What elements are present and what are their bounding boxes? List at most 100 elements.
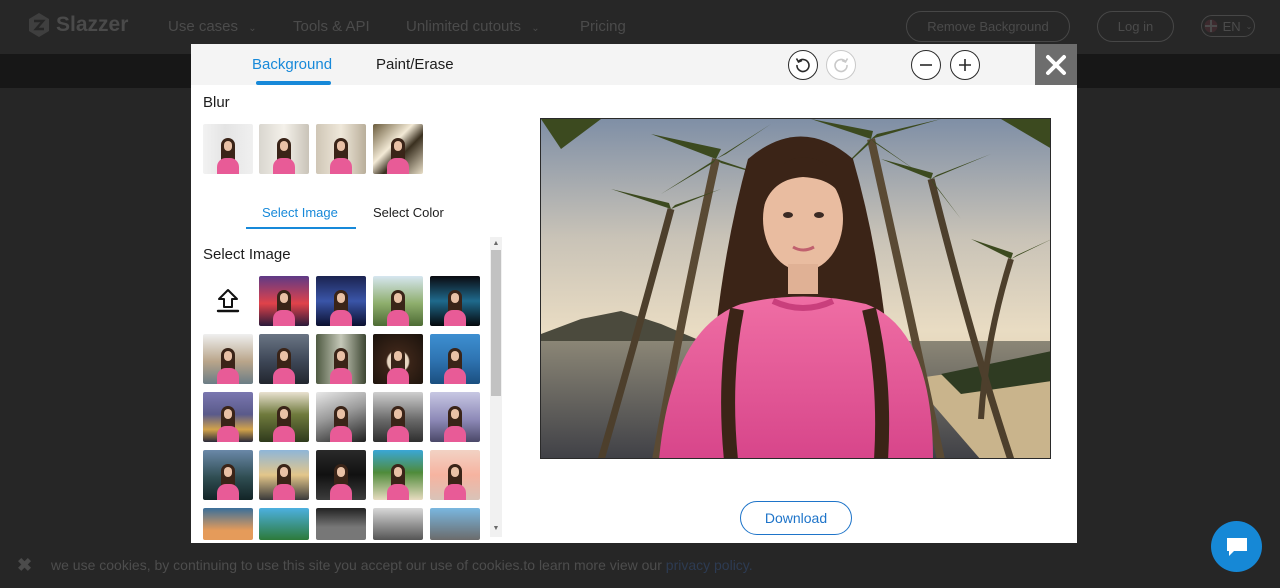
tab-paint-erase[interactable]: Paint/Erase bbox=[376, 56, 454, 73]
background-option-blue-sea[interactable] bbox=[430, 334, 480, 384]
person-thumbnail bbox=[387, 346, 409, 384]
background-option-garage[interactable] bbox=[316, 450, 366, 500]
background-option-sunset-city[interactable] bbox=[259, 276, 309, 326]
nav-use-cases[interactable]: Use cases ⌄ bbox=[168, 18, 257, 35]
background-option-coast[interactable] bbox=[203, 508, 253, 540]
person-thumbnail bbox=[444, 288, 466, 326]
background-option-forest[interactable] bbox=[316, 334, 366, 384]
privacy-policy-link[interactable]: privacy policy. bbox=[666, 557, 753, 573]
person-thumbnail bbox=[387, 288, 409, 326]
download-button[interactable]: Download bbox=[740, 501, 852, 535]
close-modal-button[interactable] bbox=[1035, 44, 1077, 85]
person-thumbnail bbox=[273, 288, 295, 326]
background-option-skyline[interactable] bbox=[259, 334, 309, 384]
background-option-green-valley[interactable] bbox=[373, 276, 423, 326]
blur-option-2[interactable] bbox=[259, 124, 309, 174]
person-thumbnail bbox=[330, 136, 352, 174]
tab-background[interactable]: Background bbox=[252, 56, 332, 73]
chevron-down-icon: ⌄ bbox=[1245, 21, 1253, 31]
person-thumbnail bbox=[273, 136, 295, 174]
nav-pricing[interactable]: Pricing bbox=[580, 18, 626, 35]
background-option-autumn-lake[interactable] bbox=[203, 334, 253, 384]
person-thumbnail bbox=[217, 136, 239, 174]
image-list-scroll-thumb[interactable] bbox=[491, 250, 501, 396]
undo-icon bbox=[795, 58, 810, 73]
zoom-out-button[interactable] bbox=[911, 50, 941, 80]
remove-background-label: Remove Background bbox=[927, 19, 1049, 34]
nav-tools-api[interactable]: Tools & API bbox=[293, 18, 370, 35]
chevron-down-icon: ⌄ bbox=[531, 23, 540, 34]
background-option-arch[interactable] bbox=[373, 334, 423, 384]
cookie-message: we use cookies, by continuing to use thi… bbox=[51, 557, 666, 573]
person-thumbnail bbox=[387, 404, 409, 442]
remove-background-button[interactable]: Remove Background bbox=[906, 11, 1070, 42]
person-thumbnail bbox=[273, 462, 295, 500]
chat-button[interactable] bbox=[1211, 521, 1262, 572]
subtab-select-image[interactable]: Select Image bbox=[262, 205, 338, 220]
language-selector[interactable]: EN ⌄ bbox=[1201, 15, 1255, 37]
cookie-text: we use cookies, by continuing to use thi… bbox=[51, 557, 753, 573]
login-label: Log in bbox=[1117, 19, 1154, 34]
person-thumbnail bbox=[330, 404, 352, 442]
language-label: EN bbox=[1222, 18, 1241, 34]
chat-icon bbox=[1226, 537, 1247, 556]
blur-option-1[interactable] bbox=[203, 124, 253, 174]
person-thumbnail bbox=[387, 462, 409, 500]
scroll-down-icon[interactable]: ▼ bbox=[491, 524, 501, 534]
close-icon bbox=[1046, 54, 1066, 75]
brand-name: Slazzer bbox=[56, 13, 129, 36]
background-option-grey-sky[interactable] bbox=[373, 392, 423, 442]
site-logo[interactable]: Slazzer bbox=[28, 12, 128, 38]
undo-button[interactable] bbox=[788, 50, 818, 80]
active-tab-indicator bbox=[256, 81, 331, 85]
nav-unlimited-cutouts-label: Unlimited cutouts bbox=[406, 18, 522, 35]
slazzer-logo-icon bbox=[29, 13, 49, 37]
person-thumbnail bbox=[217, 346, 239, 384]
nav-unlimited-cutouts[interactable]: Unlimited cutouts ⌄ bbox=[406, 18, 540, 35]
person-thumbnail bbox=[273, 404, 295, 442]
cookie-bar: ✖ we use cookies, by continuing to use t… bbox=[0, 548, 1280, 582]
background-option-pastel-sunset[interactable] bbox=[430, 450, 480, 500]
person-thumbnail bbox=[330, 462, 352, 500]
person-thumbnail bbox=[330, 288, 352, 326]
person-thumbnail bbox=[217, 462, 239, 500]
zoom-out-icon bbox=[920, 64, 932, 66]
redo-button[interactable] bbox=[826, 50, 856, 80]
background-option-tunnel[interactable] bbox=[316, 508, 366, 540]
background-option-bay[interactable] bbox=[430, 508, 480, 540]
person-thumbnail bbox=[444, 462, 466, 500]
background-option-lagoon[interactable] bbox=[259, 508, 309, 540]
person-thumbnail bbox=[217, 404, 239, 442]
background-option-city-dusk[interactable] bbox=[203, 392, 253, 442]
flag-icon bbox=[1204, 19, 1218, 33]
zoom-in-button[interactable] bbox=[950, 50, 980, 80]
blur-option-4[interactable] bbox=[373, 124, 423, 174]
scroll-up-icon[interactable]: ▲ bbox=[491, 239, 501, 249]
background-option-highway[interactable] bbox=[259, 450, 309, 500]
preview-canvas[interactable] bbox=[540, 118, 1051, 459]
background-option-tropical-beach[interactable] bbox=[373, 450, 423, 500]
person-thumbnail bbox=[444, 404, 466, 442]
preview-image bbox=[541, 119, 1050, 458]
blur-option-3[interactable] bbox=[316, 124, 366, 174]
background-option-misty[interactable] bbox=[373, 508, 423, 540]
chevron-down-icon: ⌄ bbox=[248, 23, 257, 34]
background-option-mountain-lake[interactable] bbox=[203, 450, 253, 500]
blur-label: Blur bbox=[203, 94, 230, 111]
person-thumbnail bbox=[387, 136, 409, 174]
cookie-close-icon[interactable]: ✖ bbox=[17, 555, 32, 576]
upload-icon bbox=[216, 289, 240, 313]
subtab-indicator bbox=[246, 227, 356, 229]
background-option-night-city[interactable] bbox=[316, 276, 366, 326]
redo-icon bbox=[834, 58, 849, 73]
login-button[interactable]: Log in bbox=[1097, 11, 1174, 42]
background-option-palms[interactable] bbox=[259, 392, 309, 442]
select-image-heading: Select Image bbox=[203, 246, 291, 263]
background-option-road[interactable] bbox=[316, 392, 366, 442]
background-option-dark-teal[interactable] bbox=[430, 276, 480, 326]
person-thumbnail bbox=[444, 346, 466, 384]
upload-image-button[interactable] bbox=[203, 276, 253, 326]
subtab-select-color[interactable]: Select Color bbox=[373, 205, 444, 220]
background-option-violet-city[interactable] bbox=[430, 392, 480, 442]
nav-use-cases-label: Use cases bbox=[168, 18, 239, 35]
